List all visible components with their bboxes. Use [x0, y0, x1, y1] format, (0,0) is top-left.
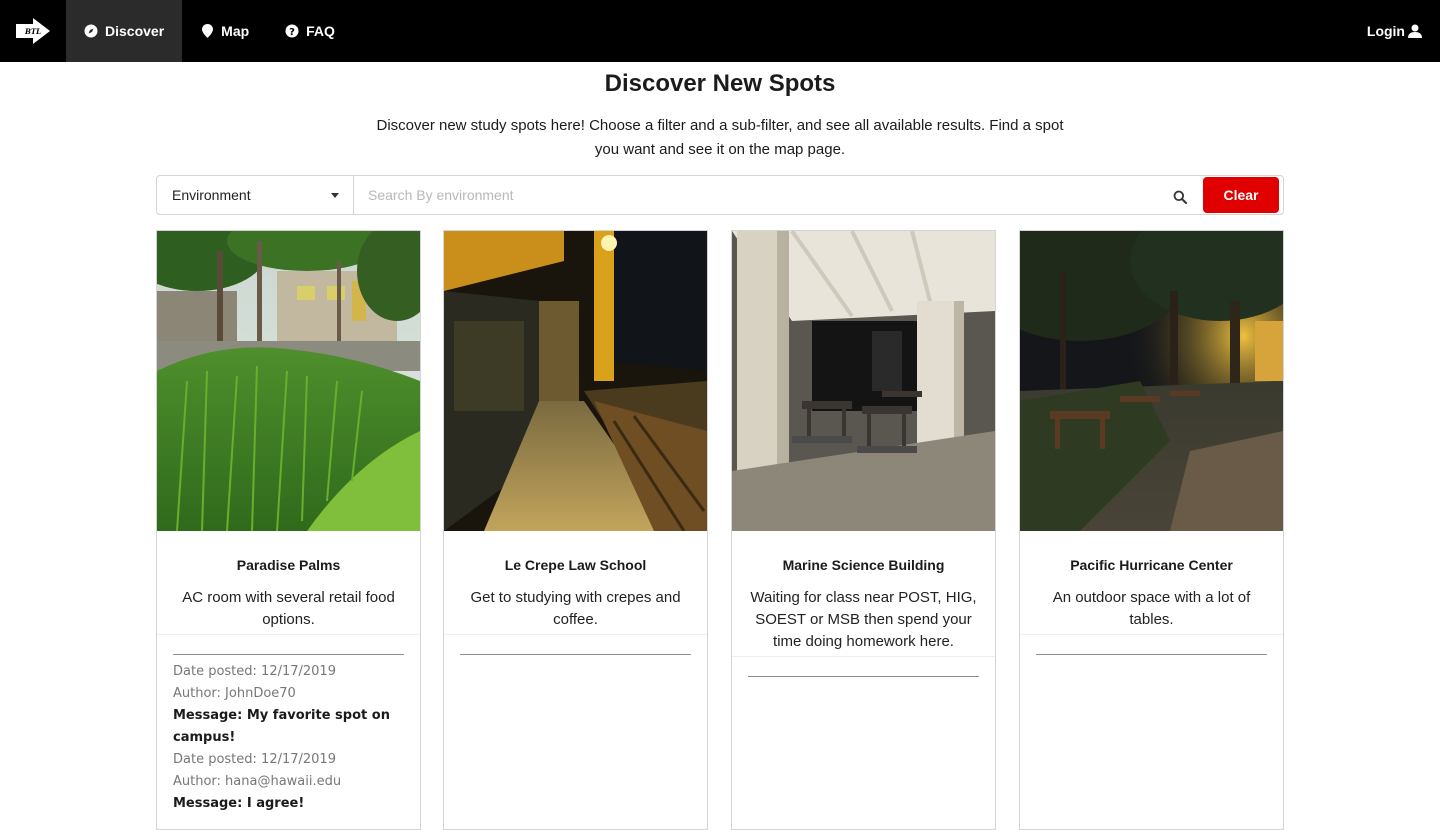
- map-pin-icon: [200, 24, 214, 38]
- caret-down-icon: [331, 192, 339, 198]
- comment-author: Author: hana@hawaii.edu: [173, 774, 342, 789]
- spot-card[interactable]: Marine Science Building Waiting for clas…: [731, 230, 996, 830]
- clear-button-label: Clear: [1223, 187, 1259, 203]
- nav-discover[interactable]: Discover: [66, 0, 183, 62]
- spot-description: An outdoor space with a lot of tables.: [1020, 587, 1283, 635]
- spot-card[interactable]: Paradise Palms AC room with several reta…: [156, 230, 421, 830]
- search-icon[interactable]: [1173, 190, 1189, 206]
- logo-arrow-icon: BTL: [16, 18, 50, 44]
- divider: [748, 676, 979, 677]
- spot-description: Get to studying with crepes and coffee.: [444, 587, 707, 635]
- spot-photo-le-crepe: [444, 231, 707, 531]
- comment: Date posted: 12/17/2019 Author: hana@haw…: [173, 749, 404, 815]
- brand-logo[interactable]: BTL: [0, 0, 66, 62]
- login-label: Login: [1366, 23, 1405, 39]
- comment: Date posted: 12/17/2019 Author: JohnDoe7…: [173, 661, 404, 749]
- search-input[interactable]: [368, 187, 1173, 203]
- page-title: Discover New Spots: [604, 70, 836, 97]
- spot-title: Paradise Palms: [236, 557, 341, 573]
- filter-dropdown[interactable]: Environment: [157, 176, 354, 214]
- spot-title: Marine Science Building: [782, 557, 945, 573]
- navbar: BTL Discover Map ? FAQ Login: [0, 0, 1440, 62]
- comments-list: Date posted: 12/17/2019 Author: JohnDoe7…: [157, 655, 420, 815]
- search-box: [354, 176, 1203, 214]
- spot-photo-marine-science: [732, 231, 995, 531]
- svg-text:?: ?: [289, 27, 295, 38]
- spot-photo-pacific-hurricane: [1020, 231, 1283, 531]
- spot-description: AC room with several retail food options…: [157, 587, 420, 635]
- comment-message: Message: I agree!: [173, 796, 305, 811]
- page-description: Discover new study spots here! Choose a …: [376, 117, 1064, 158]
- spot-card[interactable]: Le Crepe Law School Get to studying with…: [443, 230, 708, 830]
- brand-text: BTL: [24, 27, 41, 36]
- comment-date: Date posted: 12/17/2019: [173, 752, 336, 767]
- nav-map-label: Map: [221, 23, 250, 39]
- user-icon: [1408, 24, 1422, 38]
- spot-photo-paradise-palms: [157, 231, 420, 531]
- login-button[interactable]: Login: [1367, 0, 1422, 62]
- spot-description: Waiting for class near POST, HIG, SOEST …: [732, 587, 995, 657]
- divider: [1036, 654, 1267, 655]
- compass-icon: [84, 24, 98, 38]
- comment-author: Author: JohnDoe70: [173, 686, 296, 701]
- nav-faq[interactable]: ? FAQ: [267, 0, 353, 62]
- filter-bar: Environment Clear: [156, 175, 1284, 215]
- comment-message: Message: My favorite spot on campus!: [173, 708, 390, 745]
- spot-title: Le Crepe Law School: [504, 557, 647, 573]
- nav-map[interactable]: Map: [182, 0, 267, 62]
- divider: [460, 654, 691, 655]
- comment-date: Date posted: 12/17/2019: [173, 664, 336, 679]
- clear-button[interactable]: Clear: [1203, 177, 1279, 213]
- nav-faq-label: FAQ: [306, 23, 335, 39]
- filter-selected-value: Environment: [172, 187, 251, 203]
- question-circle-icon: ?: [285, 24, 299, 38]
- spot-card[interactable]: Pacific Hurricane Center An outdoor spac…: [1019, 230, 1284, 830]
- nav-discover-label: Discover: [105, 23, 165, 39]
- spot-title: Pacific Hurricane Center: [1070, 557, 1233, 573]
